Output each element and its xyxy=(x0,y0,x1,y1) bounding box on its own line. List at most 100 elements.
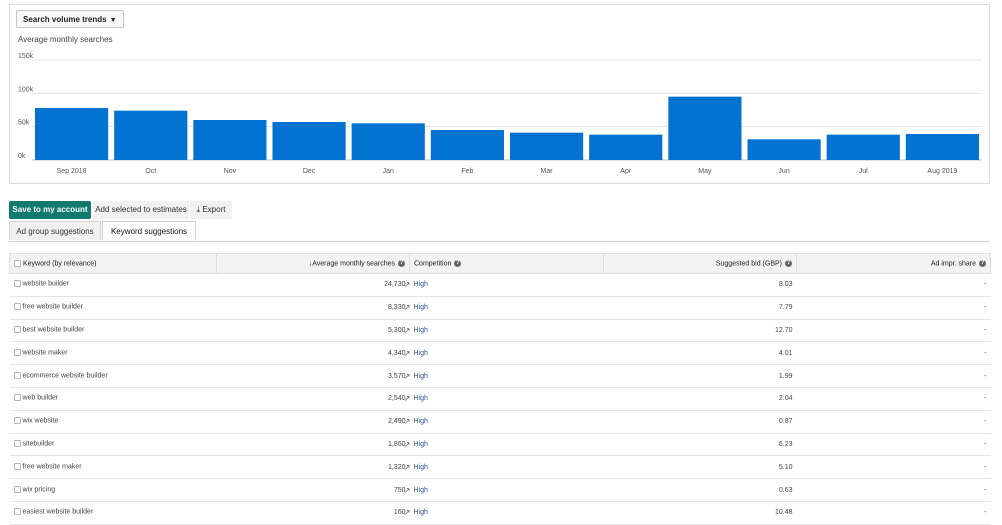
x-tick-label: Feb xyxy=(461,168,473,175)
bar-9[interactable] xyxy=(747,139,821,160)
competition-column-header[interactable]: Competition? xyxy=(409,253,604,274)
keyword-cell: best website builder ↗ xyxy=(9,319,411,343)
competition-value: High xyxy=(413,395,428,403)
bid-cell: 8.03 xyxy=(603,273,797,297)
bid-cell: 0.87 xyxy=(603,410,797,434)
x-tick-label: Dec xyxy=(303,168,316,175)
bar-0[interactable] xyxy=(35,108,109,160)
select-all-checkbox[interactable] xyxy=(14,259,21,267)
searches-cell: 3,570 xyxy=(216,364,410,388)
row-checkbox[interactable] xyxy=(13,417,21,425)
bid-cell: 4.01 xyxy=(603,341,797,366)
table-row[interactable]: best website builder ↗ 5,300 High 12.70- xyxy=(9,319,991,343)
share-cell: - xyxy=(796,341,991,366)
export-button[interactable]: ⤓ Export xyxy=(190,201,232,219)
bar-4[interactable] xyxy=(351,123,425,160)
bar-5[interactable] xyxy=(430,130,504,160)
row-checkbox[interactable] xyxy=(13,280,21,288)
help-icon[interactable]: ? xyxy=(398,259,405,267)
row-checkbox[interactable] xyxy=(13,371,21,379)
keyword-text: wix website xyxy=(22,417,59,425)
tab-ad-group-suggestions[interactable]: Ad group suggestions xyxy=(9,221,101,240)
row-checkbox[interactable] xyxy=(13,325,21,333)
share-cell: - xyxy=(796,319,991,343)
competition-value: High xyxy=(413,281,428,289)
x-tick-label: Apr xyxy=(620,168,632,175)
y-tick-label: 150k xyxy=(18,53,34,60)
table-row[interactable]: website builder ↗ 24,730 High 8.03- xyxy=(9,273,991,297)
row-checkbox[interactable] xyxy=(13,394,21,402)
share-cell: - xyxy=(796,501,991,525)
help-icon[interactable]: ? xyxy=(454,259,462,267)
searches-column-header[interactable]: ↓Average monthly searches? xyxy=(216,253,410,274)
chart-subtitle: Average monthly searches xyxy=(18,35,113,44)
bar-10[interactable] xyxy=(826,134,900,160)
download-icon: ⤓ xyxy=(196,205,201,214)
keyword-text: ecommerce website builder xyxy=(22,371,108,379)
tab-keyword-suggestions[interactable]: Keyword suggestions xyxy=(102,221,196,241)
bid-cell: 10.48 xyxy=(603,501,797,525)
help-icon[interactable]: ? xyxy=(785,259,792,267)
searches-cell: 750 xyxy=(216,478,410,502)
share-cell: - xyxy=(796,273,991,297)
table-row[interactable]: ecommerce website builder ↗ 3,570 High 1.99- xyxy=(9,364,991,388)
keyword-cell: web builder ↗ xyxy=(9,387,411,411)
keyword-text: sitebuilder xyxy=(22,440,55,448)
keyword-cell: website maker ↗ xyxy=(9,341,411,366)
y-tick-label: 100k xyxy=(18,86,34,93)
y-tick-label: 0k xyxy=(18,153,26,160)
bar-11[interactable] xyxy=(905,134,979,160)
table-row[interactable]: easiest website builder ↗ 160 High 10.48- xyxy=(9,501,991,525)
bar-1[interactable] xyxy=(114,110,188,160)
row-checkbox[interactable] xyxy=(13,462,21,470)
keyword-text: wix pricing xyxy=(22,485,56,493)
keyword-text: website builder xyxy=(22,280,70,288)
keyword-cell: free website maker ↗ xyxy=(9,455,411,480)
table-row[interactable]: wix pricing ↗ 750 High 0.63- xyxy=(9,478,991,502)
bid-cell: 0.63 xyxy=(603,478,797,502)
searches-cell: 160 xyxy=(216,501,410,525)
table-row[interactable]: sitebuilder ↗ 1,860 High 6.23- xyxy=(9,433,991,457)
keyword-table-body: website builder ↗ 24,730 High 8.03- free web… xyxy=(9,273,991,525)
competition-cell: High xyxy=(409,341,604,366)
keyword-column-header[interactable]: Keyword (by relevance) xyxy=(9,253,217,274)
chart-type-dropdown[interactable]: Search volume trends ▼ xyxy=(16,10,124,28)
save-to-account-button[interactable]: Save to my account xyxy=(9,201,91,219)
x-tick-label: Sep 2018 xyxy=(57,168,87,175)
searches-cell: 8,330 xyxy=(216,296,410,320)
x-tick-label: Mar xyxy=(541,168,554,175)
add-to-estimates-button[interactable]: Add selected to estimates xyxy=(93,201,189,219)
share-column-header[interactable]: Ad impr. share? xyxy=(796,253,991,274)
bar-2[interactable] xyxy=(193,120,267,160)
keyword-cell: wix website ↗ xyxy=(9,410,411,434)
keyword-cell: free website builder ↗ xyxy=(9,296,411,320)
bar-8[interactable] xyxy=(668,96,742,160)
table-row[interactable]: website maker ↗ 4,340 High 4.01- xyxy=(9,341,991,366)
table-row[interactable]: free website maker ↗ 1,320 High 5.10- xyxy=(9,455,991,480)
x-tick-label: Aug 2019 xyxy=(927,168,957,175)
row-checkbox[interactable] xyxy=(13,439,21,447)
keyword-text: easiest website builder xyxy=(22,508,94,516)
bar-6[interactable] xyxy=(510,132,584,160)
table-row[interactable]: free website builder ↗ 8,330 High 7.79- xyxy=(9,296,991,320)
share-cell: - xyxy=(796,387,991,411)
row-checkbox[interactable] xyxy=(13,303,21,311)
bid-cell: 6.23 xyxy=(603,433,797,457)
keyword-cell: website builder ↗ xyxy=(9,273,411,297)
help-icon[interactable]: ? xyxy=(979,259,986,267)
competition-cell: High xyxy=(409,273,604,297)
x-tick-label: Jul xyxy=(859,168,868,175)
row-checkbox[interactable] xyxy=(13,348,21,356)
row-checkbox[interactable] xyxy=(13,485,21,493)
chart-panel: 0k 50k 100k 150k Sep 2018 Oct Nov Dec Jan Feb Mar A… xyxy=(9,4,990,184)
table-row[interactable]: wix website ↗ 2,490 High 0.87- xyxy=(9,410,991,434)
share-header-label: Ad impr. share xyxy=(930,260,976,268)
bar-3[interactable] xyxy=(272,122,346,160)
competition-value: High xyxy=(413,463,428,471)
bid-column-header[interactable]: Suggested bid (GBP)? xyxy=(603,253,797,274)
row-checkbox[interactable] xyxy=(13,508,21,516)
table-row[interactable]: web builder ↗ 2,540 High 2.04- xyxy=(9,387,991,411)
competition-header-label: Competition xyxy=(414,260,452,268)
bid-cell: 2.04 xyxy=(603,387,797,411)
bar-7[interactable] xyxy=(589,134,663,160)
